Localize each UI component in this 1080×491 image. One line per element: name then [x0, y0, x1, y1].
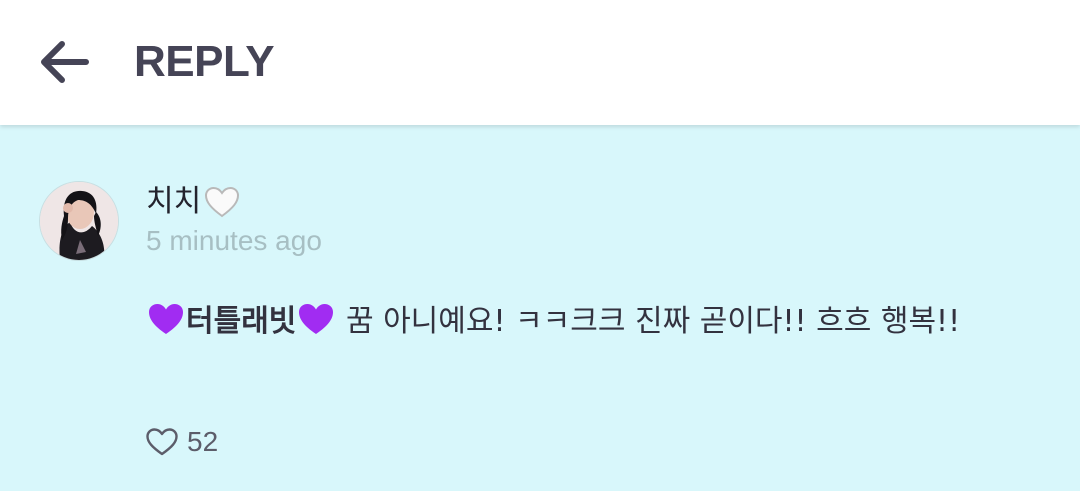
- like-button[interactable]: 52: [145, 424, 218, 460]
- purple-heart-icon: [299, 304, 334, 334]
- comment-card: 치치 5 minutes ago 터틀래빗 꿈 아니예요! ㅋㅋ크크 진짜 곧이…: [0, 125, 1080, 491]
- page-title: REPLY: [134, 37, 275, 86]
- heart-outline-icon: [146, 428, 178, 456]
- arrow-left-icon: [41, 41, 89, 83]
- timestamp: 5 minutes ago: [146, 225, 322, 256]
- avatar-photo: [40, 182, 118, 260]
- username[interactable]: 치치: [146, 182, 241, 222]
- comment-body: 터틀래빗 꿈 아니예요! ㅋㅋ크크 진짜 곧이다!! 흐흐 행복!!: [146, 300, 1036, 344]
- like-count: 52: [187, 426, 219, 457]
- back-button[interactable]: [28, 28, 100, 96]
- purple-heart-icon: [149, 304, 183, 334]
- username-text: 치치: [146, 184, 202, 219]
- app-header: REPLY: [0, 0, 1080, 125]
- avatar[interactable]: [39, 181, 119, 261]
- comment-text: 꿈 아니예요! ㅋㅋ크크 진짜 곧이다!! 흐흐 행복!!: [336, 304, 961, 339]
- mention-tag: 터틀래빗: [186, 304, 297, 339]
- white-heart-icon: [205, 186, 240, 218]
